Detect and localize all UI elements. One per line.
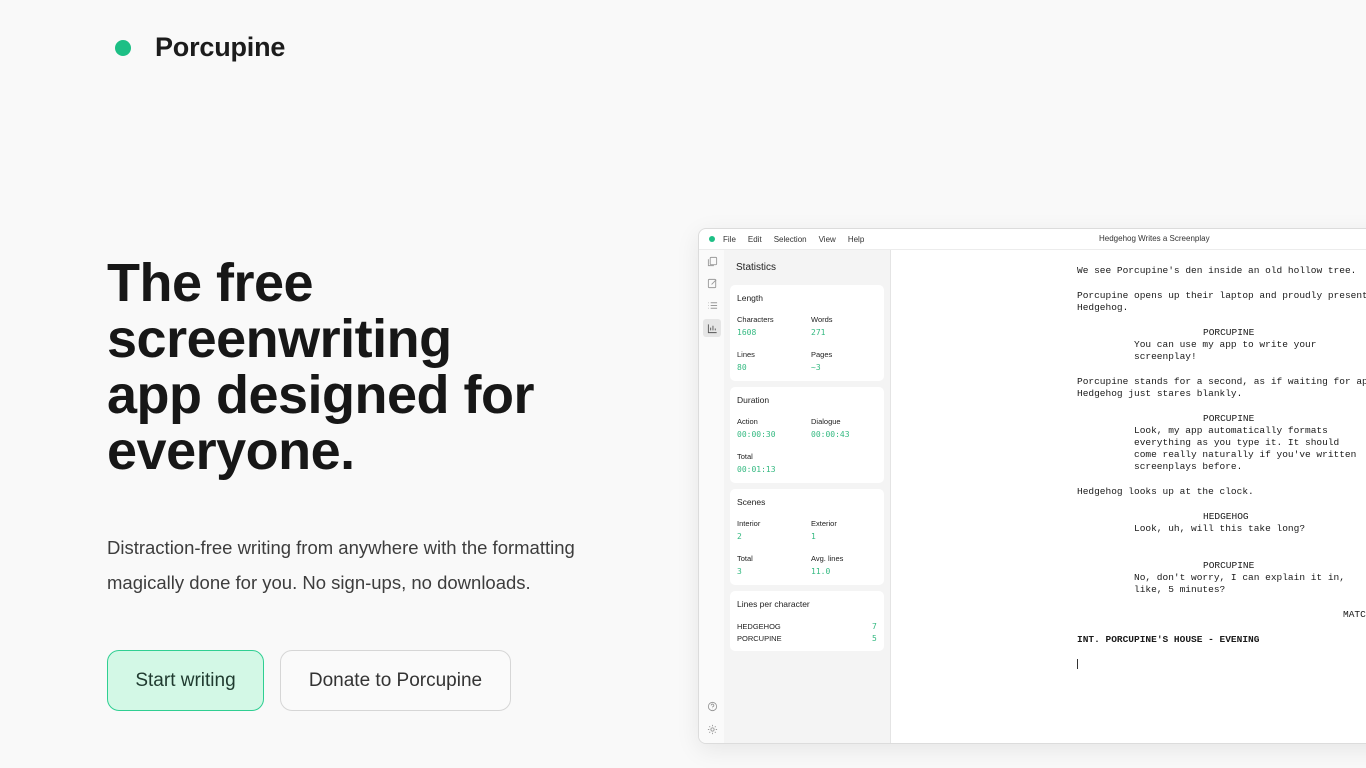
- character-cue: HEDGEHOG: [1203, 511, 1249, 522]
- character-line-count: 7: [872, 622, 877, 631]
- scene-heading: INT. PORCUPINE'S HOUSE - EVENING: [1077, 634, 1260, 645]
- character-cue: PORCUPINE: [1203, 560, 1255, 571]
- stats-icon[interactable]: [703, 319, 721, 337]
- words-value: 271: [811, 328, 826, 337]
- hero-title: The free screenwriting app designed for …: [107, 255, 627, 479]
- action-line: Hedgehog looks up at the clock.: [1077, 486, 1254, 497]
- avg-lines-value: 11.0: [811, 567, 831, 576]
- duration-total-label: Total: [737, 452, 753, 461]
- transition-line: MATCH CUT TO:: [1343, 609, 1366, 620]
- hero-title-line: screenwriting: [107, 309, 452, 369]
- exterior-label: Exterior: [811, 519, 837, 528]
- dialogue-line: like, 5 minutes?: [1134, 584, 1226, 595]
- brand-logo[interactable]: Porcupine: [115, 32, 285, 63]
- app-logo-dot-icon: [709, 236, 715, 242]
- scenes-total-label: Total: [737, 554, 753, 563]
- menu-item-help[interactable]: Help: [848, 235, 864, 244]
- action-line: Porcupine stands for a second, as if wai…: [1077, 376, 1366, 387]
- text-cursor: [1077, 659, 1078, 669]
- pages-label: Pages: [811, 350, 833, 359]
- start-writing-button[interactable]: Start writing: [107, 650, 264, 711]
- lines-per-character-card: Lines per character HEDGEHOG 7 PORCUPINE…: [730, 591, 884, 651]
- avg-lines-label: Avg. lines: [811, 554, 844, 563]
- pages-value: ~3: [811, 363, 821, 372]
- brand-name: Porcupine: [155, 32, 286, 62]
- length-title: Length: [737, 293, 763, 303]
- logo-dot-icon: [115, 39, 131, 56]
- characters-value: 1608: [737, 328, 757, 337]
- hero-subtitle: Distraction-free writing from anywhere w…: [107, 530, 647, 600]
- dialogue-line: Look, my app automatically formats: [1134, 425, 1328, 436]
- action-line: Hedgehog just stares blankly.: [1077, 388, 1243, 399]
- menu-item-edit[interactable]: Edit: [748, 235, 762, 244]
- hero-title-line: everyone.: [107, 421, 355, 481]
- outline-icon[interactable]: [703, 296, 721, 314]
- app-preview-window: File Edit Selection View Help Hedgehog W…: [698, 228, 1366, 744]
- app-icon-sidebar: [699, 250, 725, 743]
- hero-subtitle-line: magically done for you. No sign-ups, no …: [107, 572, 531, 593]
- exterior-value: 1: [811, 532, 816, 541]
- dialogue-label: Dialogue: [811, 417, 841, 426]
- script-editor[interactable]: We see Porcupine's den inside an old hol…: [891, 250, 1366, 743]
- menu-item-selection[interactable]: Selection: [774, 235, 807, 244]
- dialogue-line: No, don't worry, I can explain it in,: [1134, 572, 1345, 583]
- scenes-total-value: 3: [737, 567, 742, 576]
- dialogue-line: come really naturally if you've written: [1134, 449, 1357, 460]
- help-icon[interactable]: [703, 697, 721, 715]
- dialogue-line: everything as you type it. It should: [1134, 437, 1340, 448]
- action-line: Porcupine opens up their laptop and prou…: [1077, 290, 1366, 301]
- duration-card: Duration Action 00:00:30 Dialogue 00:00:…: [730, 387, 884, 483]
- copy-icon[interactable]: [703, 252, 721, 270]
- duration-title: Duration: [737, 395, 770, 405]
- action-line: We see Porcupine's den inside an old hol…: [1077, 265, 1357, 276]
- lines-value: 80: [737, 363, 747, 372]
- lines-label: Lines: [737, 350, 755, 359]
- characters-label: Characters: [737, 315, 774, 324]
- length-card: Length Characters 1608 Words 271 Lines 8…: [730, 285, 884, 381]
- words-label: Words: [811, 315, 833, 324]
- hero-title-line: app designed for: [107, 365, 535, 425]
- dialogue-line: Look, uh, will this take long?: [1134, 523, 1306, 534]
- hero-subtitle-line: Distraction-free writing from anywhere w…: [107, 537, 575, 558]
- interior-label: Interior: [737, 519, 761, 528]
- lines-per-character-title: Lines per character: [737, 599, 810, 609]
- action-line: Hedgehog.: [1077, 302, 1129, 313]
- character-name: PORCUPINE: [737, 634, 782, 643]
- statistics-title: Statistics: [736, 262, 777, 273]
- scenes-title: Scenes: [737, 497, 766, 507]
- menu-item-view[interactable]: View: [819, 235, 836, 244]
- character-name: HEDGEHOG: [737, 622, 781, 631]
- dialogue-line: You can use my app to write your: [1134, 339, 1317, 350]
- action-label: Action: [737, 417, 758, 426]
- dialogue-line: screenplays before.: [1134, 461, 1243, 472]
- menu-item-file[interactable]: File: [723, 235, 736, 244]
- dialogue-value: 00:00:43: [811, 430, 850, 439]
- action-value: 00:00:30: [737, 430, 776, 439]
- document-title: Hedgehog Writes a Screenplay: [1099, 234, 1210, 243]
- scenes-card: Scenes Interior 2 Exterior 1 Total 3 Avg…: [730, 489, 884, 585]
- edit-icon[interactable]: [703, 274, 721, 292]
- app-menubar: File Edit Selection View Help Hedgehog W…: [699, 229, 1366, 250]
- duration-total-value: 00:01:13: [737, 465, 776, 474]
- settings-icon[interactable]: [703, 720, 721, 738]
- character-cue: PORCUPINE: [1203, 413, 1255, 424]
- dialogue-line: screenplay!: [1134, 351, 1197, 362]
- donate-button[interactable]: Donate to Porcupine: [280, 650, 511, 711]
- character-cue: PORCUPINE: [1203, 327, 1255, 338]
- hero-title-line: The free: [107, 253, 314, 313]
- statistics-panel: Statistics Length Characters 1608 Words …: [724, 250, 891, 743]
- character-line-count: 5: [872, 634, 877, 643]
- interior-value: 2: [737, 532, 742, 541]
